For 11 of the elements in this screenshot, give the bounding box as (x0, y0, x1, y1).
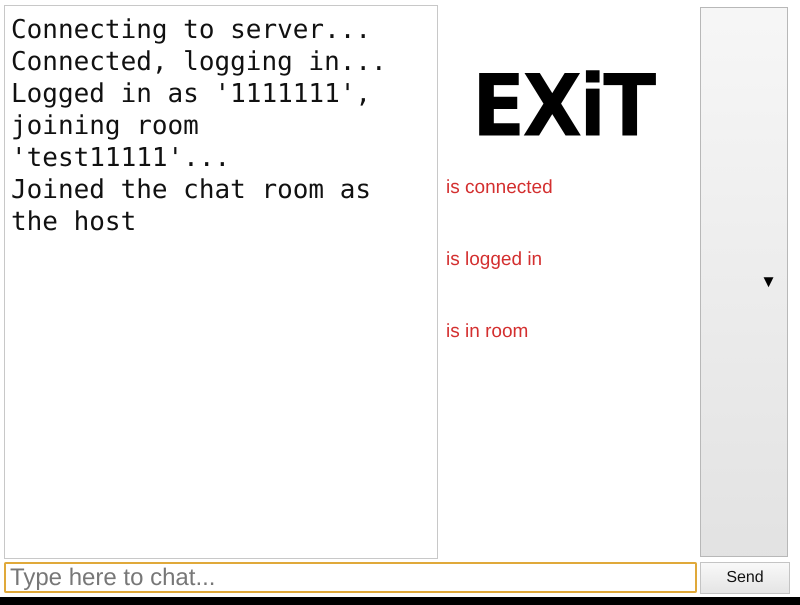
chat-input-field[interactable]: Type here to chat... (4, 562, 697, 593)
log-message: Joined the chat room as the host (11, 174, 372, 238)
log-message: Connected, logging in... (11, 46, 388, 78)
log-message: Logged in as '1111111', joining room 'test11111'... (11, 78, 372, 174)
room-dropdown[interactable]: ▼ (700, 7, 788, 557)
send-button[interactable]: Send (700, 562, 790, 594)
status-label: is connected (446, 177, 553, 199)
status-label: is in room (446, 321, 528, 343)
log-message: Connecting to server... (11, 14, 372, 46)
exit-logo[interactable]: EXiT (472, 63, 654, 151)
status-label: is logged in (446, 249, 542, 271)
